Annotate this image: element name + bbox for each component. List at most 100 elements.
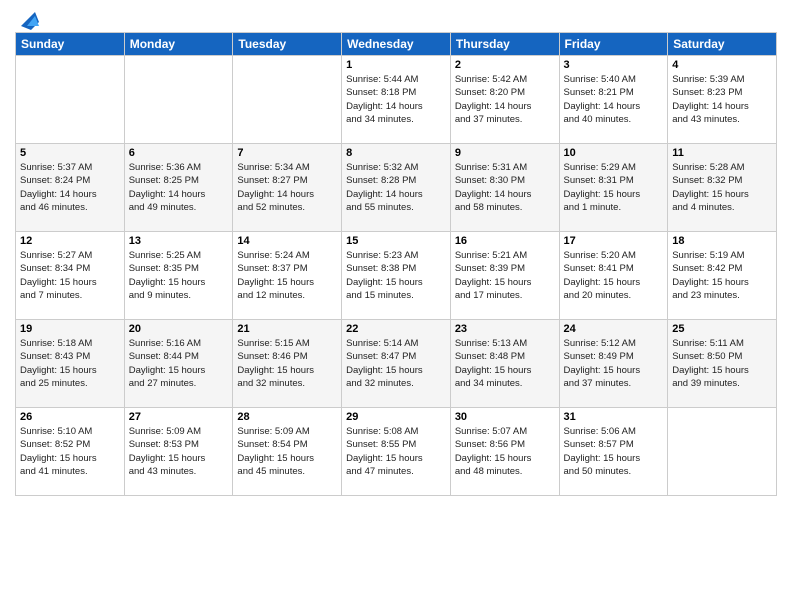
cell-info: Sunrise: 5:27 AMSunset: 8:34 PMDaylight:… [20, 249, 120, 302]
calendar-cell: 25 Sunrise: 5:11 AMSunset: 8:50 PMDayligh… [668, 320, 777, 408]
calendar-cell: 9 Sunrise: 5:31 AMSunset: 8:30 PMDaylight… [450, 144, 559, 232]
day-number: 29 [346, 411, 446, 423]
cell-info: Sunrise: 5:08 AMSunset: 8:55 PMDaylight:… [346, 425, 446, 478]
calendar-table: SundayMondayTuesdayWednesdayThursdayFrid… [15, 32, 777, 496]
calendar-cell: 18Sunrise: 5:19 AMSunset: 8:42 PMDayligh… [668, 232, 777, 320]
cell-info: Sunrise: 5:06 AMSunset: 8:57 PMDaylight:… [564, 425, 664, 478]
cell-info: Sunrise: 5:21 AMSunset: 8:39 PMDaylight:… [455, 249, 555, 302]
day-number: 19 [20, 323, 120, 335]
calendar-cell: 14 Sunrise: 5:24 AMSunset: 8:37 PMDayligh… [233, 232, 342, 320]
cell-info: Sunrise: 5:18 AMSunset: 8:43 PMDaylight:… [20, 337, 120, 390]
cell-info: Sunrise: 5:29 AMSunset: 8:31 PMDaylight:… [564, 161, 664, 214]
header [15, 10, 777, 26]
calendar-cell: 4 Sunrise: 5:39 AMSunset: 8:23 PMDaylight… [668, 56, 777, 144]
calendar-cell [668, 408, 777, 496]
calendar-page: SundayMondayTuesdayWednesdayThursdayFrid… [0, 0, 792, 612]
week-row-1: 1Sunrise: 5:44 AMSunset: 8:18 PMDaylight… [16, 56, 777, 144]
day-number: 28 [237, 411, 337, 423]
day-number: 15 [346, 235, 446, 247]
calendar-cell: 30Sunrise: 5:07 AMSunset: 8:56 PMDayligh… [450, 408, 559, 496]
weekday-thursday: Thursday [450, 33, 559, 56]
weekday-friday: Friday [559, 33, 668, 56]
day-number: 24 [564, 323, 664, 335]
day-number: 30 [455, 411, 555, 423]
day-number: 3 [564, 59, 664, 71]
calendar-cell: 19 Sunrise: 5:18 AMSunset: 8:43 PMDayligh… [16, 320, 125, 408]
calendar-cell: 17 Sunrise: 5:20 AMSunset: 8:41 PMDayligh… [559, 232, 668, 320]
week-row-3: 12 Sunrise: 5:27 AMSunset: 8:34 PMDayligh… [16, 232, 777, 320]
calendar-cell: 26Sunrise: 5:10 AMSunset: 8:52 PMDayligh… [16, 408, 125, 496]
calendar-cell: 1Sunrise: 5:44 AMSunset: 8:18 PMDaylight… [342, 56, 451, 144]
day-number: 17 [564, 235, 664, 247]
cell-info: Sunrise: 5:44 AMSunset: 8:18 PMDaylight:… [346, 73, 446, 126]
cell-info: Sunrise: 5:24 AMSunset: 8:37 PMDaylight:… [237, 249, 337, 302]
cell-info: Sunrise: 5:14 AMSunset: 8:47 PMDaylight:… [346, 337, 446, 390]
cell-info: Sunrise: 5:25 AMSunset: 8:35 PMDaylight:… [129, 249, 229, 302]
day-number: 26 [20, 411, 120, 423]
calendar-cell: 15 Sunrise: 5:23 AMSunset: 8:38 PMDayligh… [342, 232, 451, 320]
calendar-cell: 6 Sunrise: 5:36 AMSunset: 8:25 PMDaylight… [124, 144, 233, 232]
calendar-cell: 13 Sunrise: 5:25 AMSunset: 8:35 PMDayligh… [124, 232, 233, 320]
day-number: 27 [129, 411, 229, 423]
cell-info: Sunrise: 5:15 AMSunset: 8:46 PMDaylight:… [237, 337, 337, 390]
calendar-cell: 3 Sunrise: 5:40 AMSunset: 8:21 PMDaylight… [559, 56, 668, 144]
calendar-cell: 16 Sunrise: 5:21 AMSunset: 8:39 PMDayligh… [450, 232, 559, 320]
cell-info: Sunrise: 5:31 AMSunset: 8:30 PMDaylight:… [455, 161, 555, 214]
weekday-sunday: Sunday [16, 33, 125, 56]
calendar-cell: 2Sunrise: 5:42 AMSunset: 8:20 PMDaylight… [450, 56, 559, 144]
day-number: 18 [672, 235, 772, 247]
calendar-cell: 5 Sunrise: 5:37 AMSunset: 8:24 PMDaylight… [16, 144, 125, 232]
weekday-monday: Monday [124, 33, 233, 56]
cell-info: Sunrise: 5:23 AMSunset: 8:38 PMDaylight:… [346, 249, 446, 302]
cell-info: Sunrise: 5:20 AMSunset: 8:41 PMDaylight:… [564, 249, 664, 302]
calendar-cell: 7 Sunrise: 5:34 AMSunset: 8:27 PMDaylight… [233, 144, 342, 232]
cell-info: Sunrise: 5:39 AMSunset: 8:23 PMDaylight:… [672, 73, 772, 126]
cell-info: Sunrise: 5:09 AMSunset: 8:54 PMDaylight:… [237, 425, 337, 478]
day-number: 11 [672, 147, 772, 159]
day-number: 7 [237, 147, 337, 159]
calendar-cell: 21 Sunrise: 5:15 AMSunset: 8:46 PMDayligh… [233, 320, 342, 408]
week-row-2: 5 Sunrise: 5:37 AMSunset: 8:24 PMDaylight… [16, 144, 777, 232]
cell-info: Sunrise: 5:09 AMSunset: 8:53 PMDaylight:… [129, 425, 229, 478]
day-number: 12 [20, 235, 120, 247]
calendar-cell: 28 Sunrise: 5:09 AMSunset: 8:54 PMDayligh… [233, 408, 342, 496]
calendar-cell: 8Sunrise: 5:32 AMSunset: 8:28 PMDaylight… [342, 144, 451, 232]
day-number: 20 [129, 323, 229, 335]
cell-info: Sunrise: 5:37 AMSunset: 8:24 PMDaylight:… [20, 161, 120, 214]
day-number: 16 [455, 235, 555, 247]
calendar-cell: 24 Sunrise: 5:12 AMSunset: 8:49 PMDayligh… [559, 320, 668, 408]
day-number: 21 [237, 323, 337, 335]
cell-info: Sunrise: 5:40 AMSunset: 8:21 PMDaylight:… [564, 73, 664, 126]
day-number: 8 [346, 147, 446, 159]
calendar-cell: 10 Sunrise: 5:29 AMSunset: 8:31 PMDayligh… [559, 144, 668, 232]
cell-info: Sunrise: 5:16 AMSunset: 8:44 PMDaylight:… [129, 337, 229, 390]
week-row-4: 19 Sunrise: 5:18 AMSunset: 8:43 PMDayligh… [16, 320, 777, 408]
weekday-tuesday: Tuesday [233, 33, 342, 56]
calendar-cell: 12 Sunrise: 5:27 AMSunset: 8:34 PMDayligh… [16, 232, 125, 320]
day-number: 31 [564, 411, 664, 423]
day-number: 4 [672, 59, 772, 71]
cell-info: Sunrise: 5:28 AMSunset: 8:32 PMDaylight:… [672, 161, 772, 214]
calendar-cell: 22 Sunrise: 5:14 AMSunset: 8:47 PMDayligh… [342, 320, 451, 408]
day-number: 14 [237, 235, 337, 247]
day-number: 6 [129, 147, 229, 159]
logo [15, 10, 39, 26]
weekday-wednesday: Wednesday [342, 33, 451, 56]
calendar-cell: 31 Sunrise: 5:06 AMSunset: 8:57 PMDayligh… [559, 408, 668, 496]
calendar-cell: 27 Sunrise: 5:09 AMSunset: 8:53 PMDayligh… [124, 408, 233, 496]
day-number: 10 [564, 147, 664, 159]
calendar-cell: 20 Sunrise: 5:16 AMSunset: 8:44 PMDayligh… [124, 320, 233, 408]
cell-info: Sunrise: 5:12 AMSunset: 8:49 PMDaylight:… [564, 337, 664, 390]
day-number: 22 [346, 323, 446, 335]
cell-info: Sunrise: 5:34 AMSunset: 8:27 PMDaylight:… [237, 161, 337, 214]
cell-info: Sunrise: 5:11 AMSunset: 8:50 PMDaylight:… [672, 337, 772, 390]
calendar-cell: 29 Sunrise: 5:08 AMSunset: 8:55 PMDayligh… [342, 408, 451, 496]
day-number: 9 [455, 147, 555, 159]
day-number: 25 [672, 323, 772, 335]
cell-info: Sunrise: 5:36 AMSunset: 8:25 PMDaylight:… [129, 161, 229, 214]
day-number: 2 [455, 59, 555, 71]
cell-info: Sunrise: 5:13 AMSunset: 8:48 PMDaylight:… [455, 337, 555, 390]
day-number: 5 [20, 147, 120, 159]
day-number: 13 [129, 235, 229, 247]
weekday-saturday: Saturday [668, 33, 777, 56]
